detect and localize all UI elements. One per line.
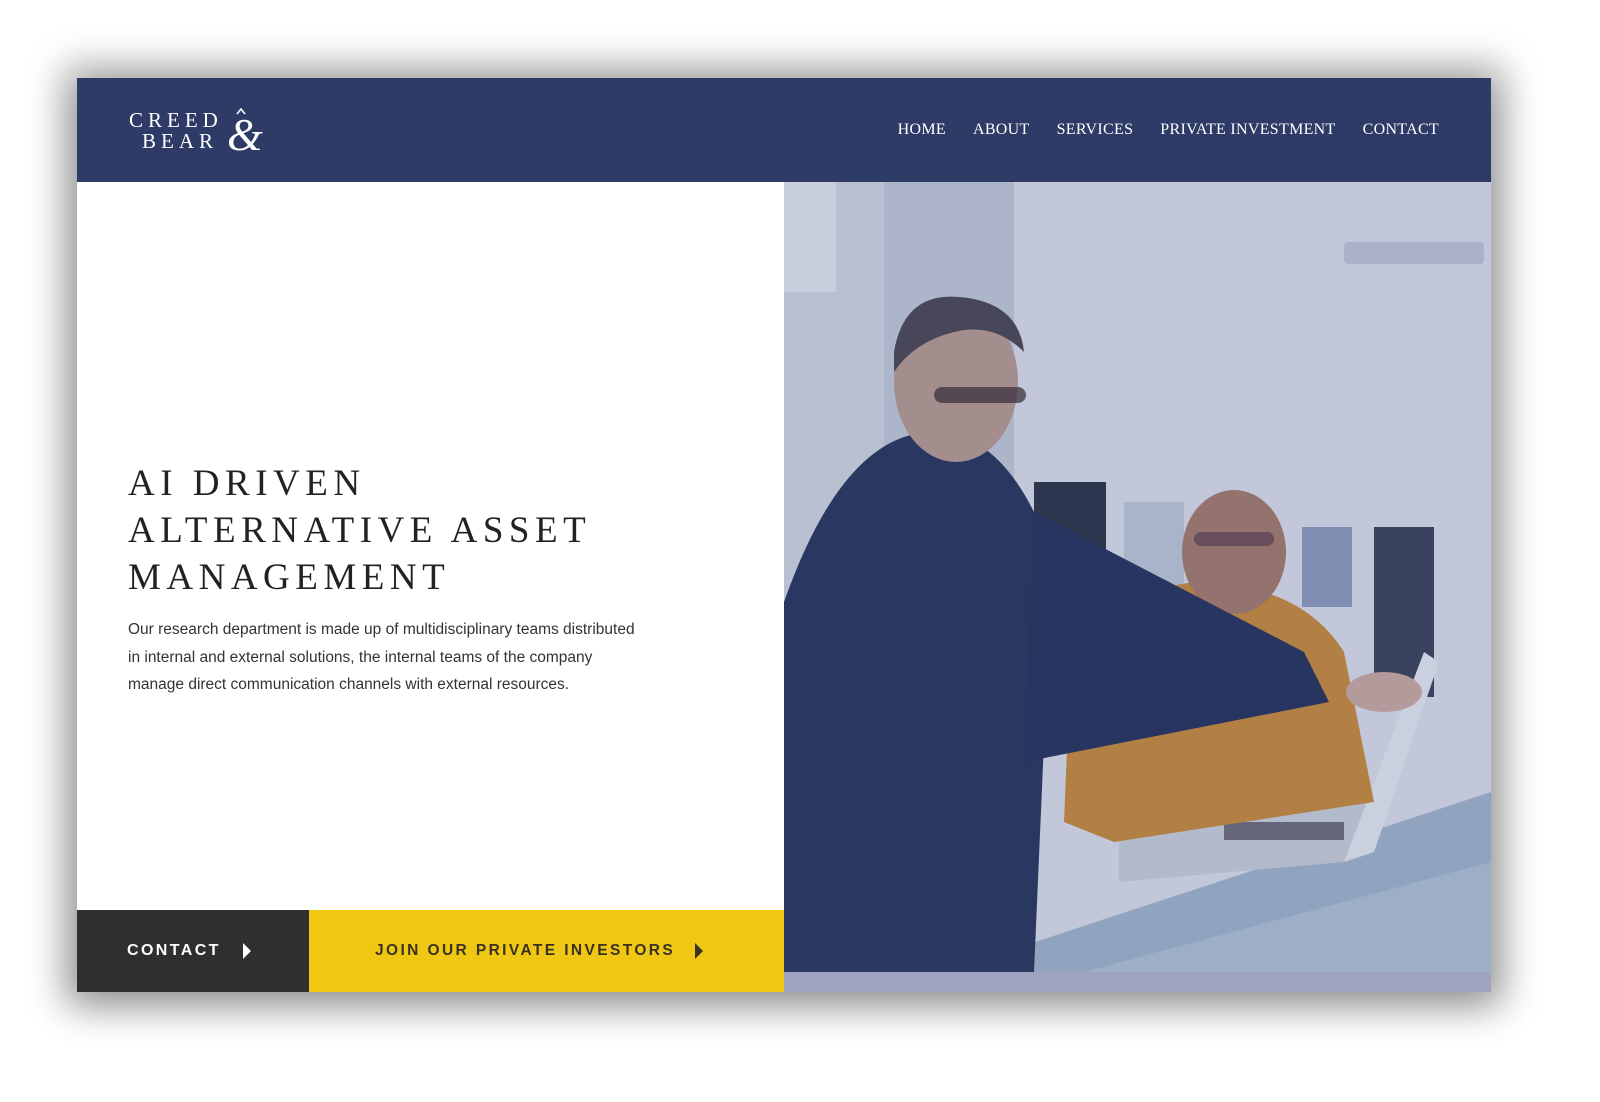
chevron-right-icon xyxy=(242,943,251,959)
chevron-right-icon xyxy=(695,943,704,959)
logo-line1: CREED xyxy=(129,108,223,132)
headline-line: ALTERNATIVE ASSET xyxy=(128,510,592,551)
join-private-investors-button[interactable]: JOIN OUR PRIVATE INVESTORS xyxy=(309,910,784,992)
main-nav: HOME ABOUT SERVICES PRIVATE INVESTMENT C… xyxy=(898,78,1439,182)
photo-bottom-strip xyxy=(784,972,1491,992)
cta-row: CONTACT JOIN OUR PRIVATE INVESTORS xyxy=(77,910,784,992)
headline-line: AI DRIVEN xyxy=(128,463,366,504)
nav-home[interactable]: HOME xyxy=(898,121,946,139)
hero-text-panel: AI DRIVEN ALTERNATIVE ASSET MANAGEMENT O… xyxy=(77,182,784,992)
hero-headline: AI DRIVEN ALTERNATIVE ASSET MANAGEMENT xyxy=(128,460,728,601)
join-button-label: JOIN OUR PRIVATE INVESTORS xyxy=(375,942,676,959)
headline-line: MANAGEMENT xyxy=(128,557,451,598)
browser-frame: CREED BEAR & HOME ABOUT SERVICES PRIVATE… xyxy=(77,78,1491,992)
hero-photo xyxy=(784,182,1491,992)
nav-contact[interactable]: CONTACT xyxy=(1363,121,1439,139)
hero-description: Our research department is made up of mu… xyxy=(128,621,635,693)
svg-text:&: & xyxy=(227,109,263,156)
nav-services[interactable]: SERVICES xyxy=(1057,121,1134,139)
nav-about[interactable]: ABOUT xyxy=(973,121,1030,139)
ampersand-icon: & xyxy=(227,108,263,156)
contact-button-label: CONTACT xyxy=(127,942,221,959)
logo[interactable]: CREED BEAR & xyxy=(129,108,279,156)
contact-button[interactable]: CONTACT xyxy=(77,910,309,992)
nav-private-investment[interactable]: PRIVATE INVESTMENT xyxy=(1160,121,1335,139)
logo-line2: BEAR xyxy=(142,129,219,153)
hero-photo-illustration xyxy=(784,182,1491,972)
site-header: CREED BEAR & HOME ABOUT SERVICES PRIVATE… xyxy=(77,78,1491,182)
